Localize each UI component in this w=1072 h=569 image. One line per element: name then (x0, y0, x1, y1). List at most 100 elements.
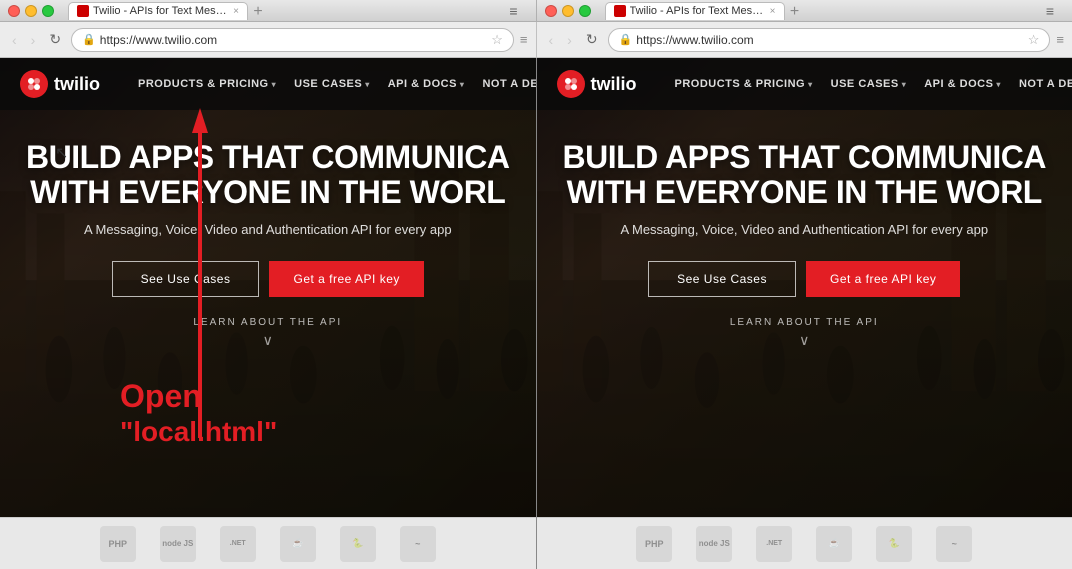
right-nav-links: PRODUCTS & PRICING ▾ USE CASES ▾ API & D… (667, 72, 1072, 96)
url-star-right[interactable]: ☆ (1028, 32, 1040, 48)
left-nav-usecases[interactable]: USE CASES ▾ (286, 72, 378, 96)
left-twilio-site: twilio PRODUCTS & PRICING ▾ USE CASES ▾ … (0, 58, 536, 569)
left-logo-node: node JS (160, 526, 196, 562)
left-hero-content: BUILD APPS THAT COMMUNICA WITH EVERYONE … (0, 110, 536, 369)
right-logo: twilio (557, 70, 637, 98)
tab-bar-left: Twilio - APIs for Text Mess... × + (62, 2, 492, 20)
left-hero-title: BUILD APPS THAT COMMUNICA WITH EVERYONE … (20, 140, 516, 210)
url-text-right: https://www.twilio.com (636, 33, 1023, 47)
apidocs-arrow-left: ▾ (460, 80, 465, 89)
right-logo-java: ☕ (816, 526, 852, 562)
tab-close-right[interactable]: × (770, 6, 776, 17)
minimize-button[interactable] (25, 5, 37, 17)
right-address-bar: ‹ › ↻ 🔒 https://www.twilio.com ☆ ≡ (536, 22, 1072, 57)
reload-button-left[interactable]: ↻ (45, 29, 65, 50)
right-logo-python: 🐍 (876, 526, 912, 562)
tab-bar-right: Twilio - APIs for Text Mess... × + (599, 2, 1029, 20)
browser-menu-left[interactable]: ≡ (509, 3, 517, 19)
right-nav-usecases[interactable]: USE CASES ▾ (823, 72, 915, 96)
ssl-lock-right: 🔒 (619, 33, 633, 46)
usecases-arrow-right: ▾ (902, 80, 907, 89)
window-controls-right (545, 5, 591, 17)
tab-title-left: Twilio - APIs for Text Mess... (93, 5, 229, 17)
tab-close-left[interactable]: × (233, 6, 239, 17)
right-nav: twilio PRODUCTS & PRICING ▾ USE CASES ▾ … (537, 58, 1072, 110)
right-see-use-cases-button[interactable]: See Use Cases (648, 261, 796, 297)
right-nav-products[interactable]: PRODUCTS & PRICING ▾ (667, 72, 821, 96)
apidocs-arrow-right: ▾ (996, 80, 1001, 89)
right-hero-title: BUILD APPS THAT COMMUNICA WITH EVERYONE … (557, 140, 1053, 210)
new-tab-button-left[interactable]: + (253, 3, 262, 21)
url-bar-left[interactable]: 🔒 https://www.twilio.com ☆ (71, 28, 514, 52)
browsers-row: twilio PRODUCTS & PRICING ▾ USE CASES ▾ … (0, 58, 1072, 569)
products-arrow-left: ▾ (272, 80, 277, 89)
os-window: Twilio - APIs for Text Mess... × + ≡ (0, 0, 1072, 569)
right-learn-api: LEARN ABOUT THE API (557, 317, 1053, 328)
browser-menu-right[interactable]: ≡ (1046, 3, 1054, 19)
window-controls-left (8, 5, 54, 17)
right-logos-bar: PHP node JS .NET ☕ 🐍 ~ (537, 517, 1072, 569)
left-nav-products[interactable]: PRODUCTS & PRICING ▾ (130, 72, 284, 96)
right-hero-subtitle: A Messaging, Voice, Video and Authentica… (557, 222, 1053, 237)
left-logo: twilio (20, 70, 100, 98)
close-button[interactable] (8, 5, 20, 17)
back-button-left[interactable]: ‹ (8, 30, 21, 50)
left-nav-notdev[interactable]: NOT A DEVELOPER? (474, 72, 535, 96)
right-nav-apidocs[interactable]: API & DOCS ▾ (916, 72, 1009, 96)
right-logo-node: node JS (696, 526, 732, 562)
forward-button-left[interactable]: › (27, 30, 40, 50)
left-hero-subtitle: A Messaging, Voice, Video and Authentica… (20, 222, 516, 237)
back-button-right[interactable]: ‹ (545, 30, 558, 50)
left-logo-python: 🐍 (340, 526, 376, 562)
right-hero-buttons: See Use Cases Get a free API key (557, 261, 1053, 297)
left-nav-links: PRODUCTS & PRICING ▾ USE CASES ▾ API & D… (130, 72, 536, 96)
right-logo-text: twilio (591, 74, 637, 95)
left-title-bar: Twilio - APIs for Text Mess... × + ≡ (0, 0, 536, 22)
url-extra-left[interactable]: ≡ (520, 32, 528, 47)
favicon-right (614, 5, 626, 17)
left-logo-extra: ~ (400, 526, 436, 562)
right-logo-net: .NET (756, 526, 792, 562)
left-logo-php: PHP (100, 526, 136, 562)
new-tab-button-right[interactable]: + (790, 3, 799, 21)
url-text-left: https://www.twilio.com (100, 33, 487, 47)
left-nav-apidocs[interactable]: API & DOCS ▾ (380, 72, 473, 96)
maximize-button[interactable] (42, 5, 54, 17)
left-learn-api: LEARN ABOUT THE API (20, 317, 516, 328)
left-logo-text: twilio (54, 74, 100, 95)
right-twilio-site: twilio PRODUCTS & PRICING ▾ USE CASES ▾ … (537, 58, 1072, 569)
ssl-lock-left: 🔒 (82, 33, 96, 46)
url-bar-right[interactable]: 🔒 https://www.twilio.com ☆ (608, 28, 1051, 52)
tab-title-right: Twilio - APIs for Text Mess... (630, 5, 766, 17)
maximize-button-right[interactable] (579, 5, 591, 17)
forward-button-right[interactable]: › (563, 30, 576, 50)
left-see-use-cases-button[interactable]: See Use Cases (112, 261, 260, 297)
title-bar-row: Twilio - APIs for Text Mess... × + ≡ (0, 0, 1072, 22)
right-hero-content: BUILD APPS THAT COMMUNICA WITH EVERYONE … (537, 110, 1072, 369)
left-logo-java: ☕ (280, 526, 316, 562)
address-bar-row: ‹ › ↻ 🔒 https://www.twilio.com ☆ ≡ ‹ › ↻… (0, 22, 1072, 58)
right-learn-api-arrow: ∨ (557, 332, 1053, 349)
usecases-arrow-left: ▾ (365, 80, 370, 89)
minimize-button-right[interactable] (562, 5, 574, 17)
right-nav-notdev[interactable]: NOT A DEVELOPER? (1011, 72, 1072, 96)
left-logos-bar: PHP node JS .NET ☕ 🐍 ~ (0, 517, 536, 569)
right-logo-icon (557, 70, 585, 98)
url-star-left[interactable]: ☆ (491, 32, 503, 48)
browser-tab-right[interactable]: Twilio - APIs for Text Mess... × (605, 2, 785, 20)
close-button-right[interactable] (545, 5, 557, 17)
left-get-api-key-button[interactable]: Get a free API key (269, 261, 423, 297)
products-arrow-right: ▾ (808, 80, 813, 89)
reload-button-right[interactable]: ↻ (582, 29, 602, 50)
left-learn-api-arrow: ∨ (20, 332, 516, 349)
right-logo-php: PHP (636, 526, 672, 562)
right-title-bar: Twilio - APIs for Text Mess... × + ≡ (536, 0, 1072, 22)
left-logo-net: .NET (220, 526, 256, 562)
right-logo-extra: ~ (936, 526, 972, 562)
left-browser-pane: twilio PRODUCTS & PRICING ▾ USE CASES ▾ … (0, 58, 536, 569)
url-extra-right[interactable]: ≡ (1056, 32, 1064, 47)
right-get-api-key-button[interactable]: Get a free API key (806, 261, 960, 297)
left-address-bar: ‹ › ↻ 🔒 https://www.twilio.com ☆ ≡ (0, 22, 536, 57)
browser-tab-left[interactable]: Twilio - APIs for Text Mess... × (68, 2, 248, 20)
left-nav: twilio PRODUCTS & PRICING ▾ USE CASES ▾ … (0, 58, 536, 110)
